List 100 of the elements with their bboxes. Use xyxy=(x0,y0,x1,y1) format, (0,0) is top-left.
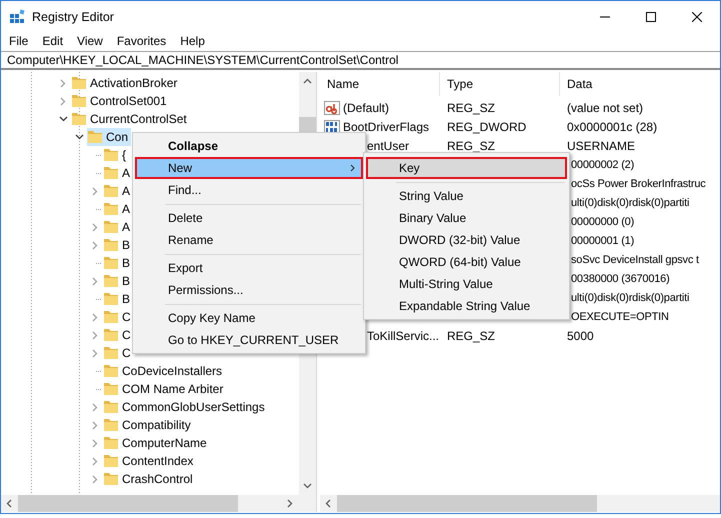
horizontal-scrollbar[interactable] xyxy=(1,495,299,512)
menu-item[interactable]: Delete xyxy=(135,207,363,229)
menu-item[interactable]: New xyxy=(135,157,363,179)
menu-item[interactable]: DWORD (32-bit) Value xyxy=(366,229,567,251)
tree-item[interactable]: B xyxy=(103,272,134,290)
menu-item[interactable]: View xyxy=(70,34,110,48)
collapse-icon[interactable] xyxy=(58,116,68,122)
tree-item[interactable]: B xyxy=(103,290,134,308)
menu-item[interactable]: QWORD (64-bit) Value xyxy=(366,251,567,273)
tree-item[interactable]: Compatibility xyxy=(103,416,194,434)
expand-icon[interactable] xyxy=(92,312,98,322)
folder-icon xyxy=(103,220,119,234)
menu-item[interactable]: Go to HKEY_CURRENT_USER xyxy=(135,329,363,351)
value-data: 00000001 (1) xyxy=(571,234,634,246)
menu-item[interactable]: Collapse xyxy=(135,135,363,157)
menu-item[interactable]: Favorites xyxy=(110,34,174,48)
menu-item[interactable]: Rename xyxy=(135,229,363,251)
folder-icon xyxy=(103,292,119,306)
menu-item[interactable]: Copy Key Name xyxy=(135,307,363,329)
tree-item[interactable]: Con xyxy=(87,128,132,146)
scroll-left-icon[interactable] xyxy=(325,499,331,508)
column-header[interactable]: Type xyxy=(440,72,560,96)
menu-item[interactable]: Key xyxy=(366,157,567,179)
tree-item[interactable]: COM Name Arbiter xyxy=(103,380,226,398)
scroll-down-icon[interactable] xyxy=(303,483,312,489)
value-name[interactable]: (Default) xyxy=(343,100,390,114)
tree-item[interactable]: C xyxy=(103,308,134,326)
menu-item[interactable]: File xyxy=(2,34,36,48)
scroll-up-icon[interactable] xyxy=(303,78,312,84)
expand-icon[interactable] xyxy=(92,330,98,340)
registry-icon xyxy=(9,8,25,24)
value-data: ocSs Power BrokerInfrastruc xyxy=(571,178,706,190)
tree-item[interactable]: CrashControl xyxy=(103,470,196,488)
tree-item[interactable]: { xyxy=(103,146,130,164)
menu-item[interactable]: String Value xyxy=(366,185,567,207)
column-header[interactable]: Data xyxy=(560,72,720,96)
expand-icon[interactable] xyxy=(60,78,66,88)
scroll-right-icon[interactable] xyxy=(287,499,293,508)
expand-icon[interactable] xyxy=(60,96,66,106)
menu-item[interactable]: Find... xyxy=(135,179,363,201)
expand-icon[interactable] xyxy=(92,420,98,430)
expand-icon[interactable] xyxy=(92,438,98,448)
menu-item[interactable]: Permissions... xyxy=(135,279,363,301)
value-name[interactable]: entUser xyxy=(367,138,410,152)
horizontal-scrollbar[interactable] xyxy=(320,495,720,512)
folder-icon xyxy=(103,436,119,450)
expand-icon[interactable] xyxy=(92,276,98,286)
scroll-left-icon[interactable] xyxy=(6,499,12,508)
menu-item[interactable]: Edit xyxy=(35,34,70,48)
tree-item[interactable]: ControlSet001 xyxy=(71,92,170,110)
value-data: ulti(0)disk(0)rdisk(0)partiti xyxy=(571,196,690,208)
tree-item[interactable]: A xyxy=(103,200,134,218)
string-value-icon xyxy=(324,100,340,116)
tree-item[interactable]: A xyxy=(103,218,134,236)
menu-item[interactable]: Help xyxy=(173,34,212,48)
folder-icon xyxy=(103,256,119,270)
menu-item[interactable]: Export xyxy=(135,257,363,279)
folder-icon xyxy=(103,346,119,360)
tree-item[interactable]: ContentIndex xyxy=(103,452,196,470)
value-name[interactable]: ToKillServic... xyxy=(367,328,440,342)
expand-icon[interactable] xyxy=(92,348,98,358)
collapse-icon[interactable] xyxy=(74,134,84,140)
folder-icon xyxy=(103,166,119,180)
menu-item[interactable]: Binary Value xyxy=(366,207,567,229)
folder-icon xyxy=(71,76,87,90)
tree-item[interactable]: CurrentControlSet xyxy=(71,110,190,128)
expand-icon[interactable] xyxy=(92,240,98,250)
tree-item[interactable]: C xyxy=(103,326,134,344)
folder-icon xyxy=(103,328,119,342)
tree-item[interactable]: B xyxy=(103,236,134,254)
expand-icon[interactable] xyxy=(92,222,98,232)
address-field[interactable]: Computer\HKEY_LOCAL_MACHINE\SYSTEM\CurrentControlSet\Control xyxy=(1,51,720,70)
tree-item[interactable]: CommonGlobUserSettings xyxy=(103,398,268,416)
scroll-thumb[interactable] xyxy=(337,495,597,512)
tree-item[interactable]: B xyxy=(103,254,134,272)
expand-icon[interactable] xyxy=(92,402,98,412)
tree-item[interactable]: A xyxy=(103,182,134,200)
folder-icon xyxy=(103,274,119,288)
value-type: REG_SZ xyxy=(447,100,496,114)
column-header[interactable]: Name xyxy=(320,72,440,96)
tree-item[interactable]: ActivationBroker xyxy=(71,74,180,92)
value-data: 00000002 (2) xyxy=(571,158,634,170)
close-icon[interactable] xyxy=(692,12,702,22)
expand-icon[interactable] xyxy=(92,456,98,466)
tree-item[interactable]: CoDeviceInstallers xyxy=(103,362,226,380)
menu-item[interactable]: Expandable String Value xyxy=(366,295,567,317)
window-title: Registry Editor xyxy=(32,10,115,24)
tree-item[interactable]: A xyxy=(103,164,134,182)
folder-icon xyxy=(71,112,87,126)
expand-icon[interactable] xyxy=(92,186,98,196)
scroll-thumb[interactable] xyxy=(18,495,238,512)
menu-item[interactable]: Multi-String Value xyxy=(366,273,567,295)
tree-item[interactable]: ComputerName xyxy=(103,434,210,452)
value-data: 00000000 (0) xyxy=(571,216,634,228)
maximize-icon[interactable] xyxy=(646,12,656,22)
folder-icon xyxy=(103,418,119,432)
expand-icon[interactable] xyxy=(92,474,98,484)
value-name[interactable]: BootDriverFlags xyxy=(343,120,430,134)
value-data: USERNAME xyxy=(567,138,636,152)
tree-item[interactable]: C xyxy=(103,344,134,362)
